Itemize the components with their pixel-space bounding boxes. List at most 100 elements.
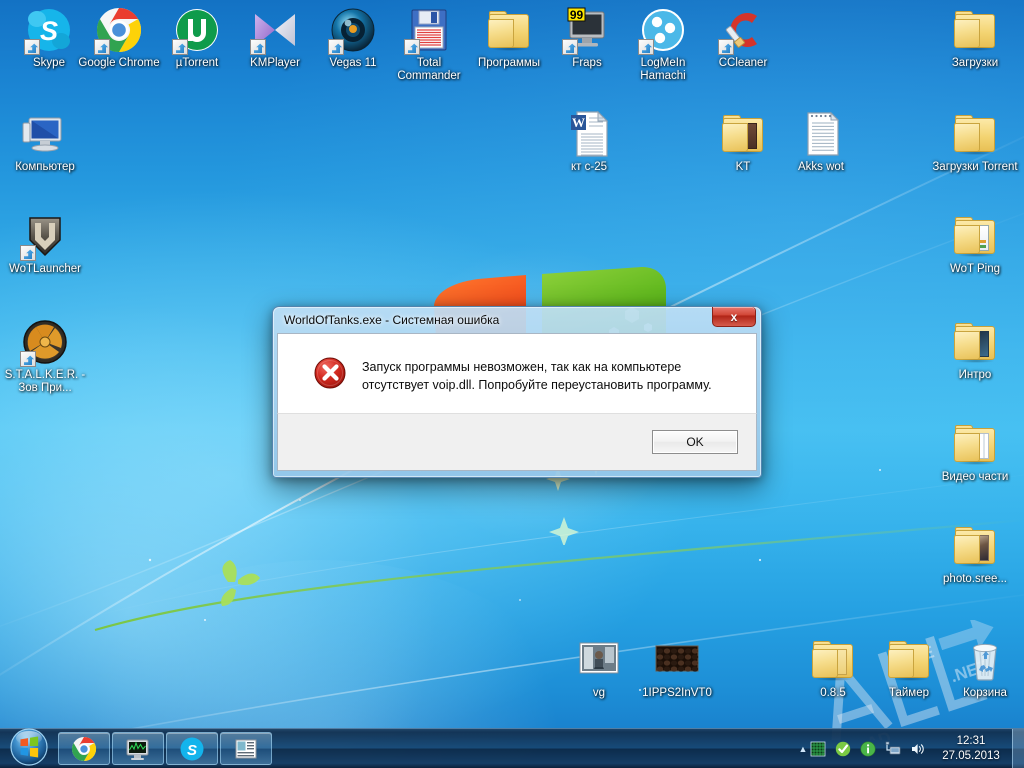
desktop-icon-label: Компьютер xyxy=(15,161,75,173)
dialog-body: Запуск программы невозможен, так как на … xyxy=(277,333,757,413)
desktop-icon-taymer-folder[interactable]: Таймер xyxy=(866,636,952,700)
text-file-icon xyxy=(797,110,845,158)
desktop-icon-label: CCleaner xyxy=(718,57,768,69)
ccleaner-icon xyxy=(718,6,767,55)
chrome-icon xyxy=(71,736,97,761)
svg-text:99: 99 xyxy=(570,8,584,22)
dialog-footer: OK xyxy=(277,413,757,471)
desktop-icon-label: Программы xyxy=(477,57,541,69)
desktop-icon-label: Fraps xyxy=(572,57,602,69)
desktop-icon-photo-sree-folder[interactable]: photo.sree... xyxy=(932,522,1018,586)
taskbar-system-monitor[interactable] xyxy=(112,732,164,765)
desktop-icon-label: Akks wot xyxy=(797,161,844,173)
desktop[interactable]: FREE LOAD .NET SSkypeGoogle ChromeµTorre… xyxy=(0,0,1024,768)
system-error-dialog[interactable]: WorldOfTanks.exe - Системная ошибка x За… xyxy=(272,306,762,478)
desktop-icon-0-8-5-folder[interactable]: 0.8.5 xyxy=(790,636,876,700)
desktop-icon-kmplayer[interactable]: KMPlayer xyxy=(232,6,318,70)
desktop-icon-zagruzki-folder[interactable]: Загрузки xyxy=(932,6,1018,70)
tray-overflow-arrow-icon[interactable]: ▲ xyxy=(796,742,810,756)
system-tray[interactable]: ▲ 12:31 27.05.2013 xyxy=(796,729,1024,768)
desktop-icon-label: WoTLauncher xyxy=(8,263,82,275)
desktop-icon-kompyuter[interactable]: Компьютер xyxy=(2,110,88,174)
folder-closed-icon xyxy=(809,636,857,684)
desktop-icon-ccleaner[interactable]: CCleaner xyxy=(700,6,786,70)
desktop-icon-label: Google Chrome xyxy=(78,57,160,69)
desktop-icon-programmy-folder[interactable]: Программы xyxy=(466,6,552,70)
clock[interactable]: 12:31 27.05.2013 xyxy=(934,734,1008,764)
folder-icon xyxy=(485,6,533,54)
shortcut-arrow-icon xyxy=(24,39,40,55)
desktop-icon-korzina-recycle-bin[interactable]: Корзина xyxy=(942,636,1024,700)
tray-grid-icon[interactable] xyxy=(810,741,826,757)
desktop-icon-logmein-hamachi[interactable]: LogMeIn Hamachi xyxy=(620,6,706,83)
svg-text:S: S xyxy=(187,742,197,759)
computer-icon xyxy=(21,110,69,158)
tray-network-icon[interactable] xyxy=(885,741,901,757)
shortcut-arrow-icon xyxy=(718,39,734,55)
desktop-icon-wot-ping-folder[interactable]: WoT Ping xyxy=(932,212,1018,276)
hamachi-icon xyxy=(638,6,687,55)
vegas-icon xyxy=(328,6,377,55)
kmplayer-icon xyxy=(250,6,299,55)
desktop-icon-kt-folder[interactable]: KT xyxy=(700,110,786,174)
desktop-icon-label: Загрузки xyxy=(951,57,999,69)
desktop-icon-utorrent[interactable]: µTorrent xyxy=(154,6,240,70)
desktop-icon-kt-s-25-doc[interactable]: Wкт с-25 xyxy=(546,110,632,174)
folder-video-icon xyxy=(951,318,999,366)
dialog-message: Запуск программы невозможен, так как на … xyxy=(362,360,712,392)
fraps-icon: 99 xyxy=(562,6,611,55)
shortcut-arrow-icon xyxy=(20,351,36,367)
desktop-icon-label: Skype xyxy=(33,57,65,69)
desktop-icon-label: Таймер xyxy=(888,687,930,699)
desktop-icon-google-chrome[interactable]: Google Chrome xyxy=(76,6,162,70)
taskbar-buttons[interactable]: S xyxy=(58,732,272,765)
desktop-icon-label: Total Commander xyxy=(397,57,461,82)
start-button-orb-icon[interactable] xyxy=(2,724,56,768)
taskbar[interactable]: S ▲ 12:31 27.05.2013 xyxy=(0,728,1024,768)
taskbar-google-chrome[interactable] xyxy=(58,732,110,765)
desktop-icon-1ipps2invt0-image[interactable]: 1IPPS2InVT0 xyxy=(634,636,720,700)
desktop-icon-fraps[interactable]: 99 Fraps xyxy=(544,6,630,70)
taskbar-skype[interactable]: S xyxy=(166,732,218,765)
totalcmd-icon xyxy=(404,6,453,55)
shortcut-arrow-icon xyxy=(94,39,110,55)
folder-files-icon xyxy=(951,420,999,468)
desktop-icon-vg-image[interactable]: vg xyxy=(556,636,642,700)
desktop-icon-vegas-11[interactable]: Vegas 11 xyxy=(310,6,396,70)
utorrent-icon xyxy=(172,6,221,55)
folder-icon xyxy=(951,110,999,158)
shortcut-arrow-icon xyxy=(172,39,188,55)
desktop-icon-label: photo.sree... xyxy=(943,573,1007,585)
desktop-icon-intro-folder[interactable]: Интро xyxy=(932,318,1018,382)
skype-icon: S xyxy=(24,6,73,55)
close-icon[interactable]: x xyxy=(712,307,756,327)
desktop-icon-wotlauncher[interactable]: WoTLauncher xyxy=(2,212,88,276)
show-desktop-button[interactable] xyxy=(1012,729,1024,768)
ok-button[interactable]: OK xyxy=(652,430,738,454)
tray-icon-list[interactable] xyxy=(810,741,934,757)
error-cross-icon xyxy=(314,357,346,389)
shortcut-arrow-icon xyxy=(638,39,654,55)
svg-text:W: W xyxy=(572,115,585,130)
dialog-titlebar[interactable]: WorldOfTanks.exe - Системная ошибка x xyxy=(277,307,757,333)
desktop-icon-label: µTorrent xyxy=(175,57,219,69)
window-icon xyxy=(235,739,257,758)
desktop-icon-label: vg xyxy=(592,687,606,699)
tray-antivirus-shield-icon[interactable] xyxy=(835,741,851,757)
folder-icon xyxy=(951,6,999,54)
shortcut-arrow-icon xyxy=(562,39,578,55)
folder-dark-icon xyxy=(719,110,767,158)
tray-action-center-icon[interactable] xyxy=(860,741,876,757)
desktop-icon-label: 0.8.5 xyxy=(820,687,846,699)
desktop-icon-total-commander[interactable]: Total Commander xyxy=(386,6,472,83)
desktop-icon-stalker-zov-pripyati[interactable]: S.T.A.L.K.E.R. - Зов При... xyxy=(2,318,88,395)
tray-volume-icon[interactable] xyxy=(910,741,926,757)
shortcut-arrow-icon xyxy=(328,39,344,55)
shortcut-arrow-icon xyxy=(404,39,420,55)
desktop-icon-akks-wot-txt[interactable]: Akks wot xyxy=(778,110,864,174)
desktop-icon-video-chasti-folder[interactable]: Видео части xyxy=(932,420,1018,484)
desktop-icon-label: LogMeIn Hamachi xyxy=(640,57,686,82)
desktop-icon-label: Видео части xyxy=(941,471,1009,483)
desktop-icon-zagruzki-torrent-folder[interactable]: Загрузки Torrent xyxy=(932,110,1018,174)
taskbar-explorer-window[interactable] xyxy=(220,732,272,765)
